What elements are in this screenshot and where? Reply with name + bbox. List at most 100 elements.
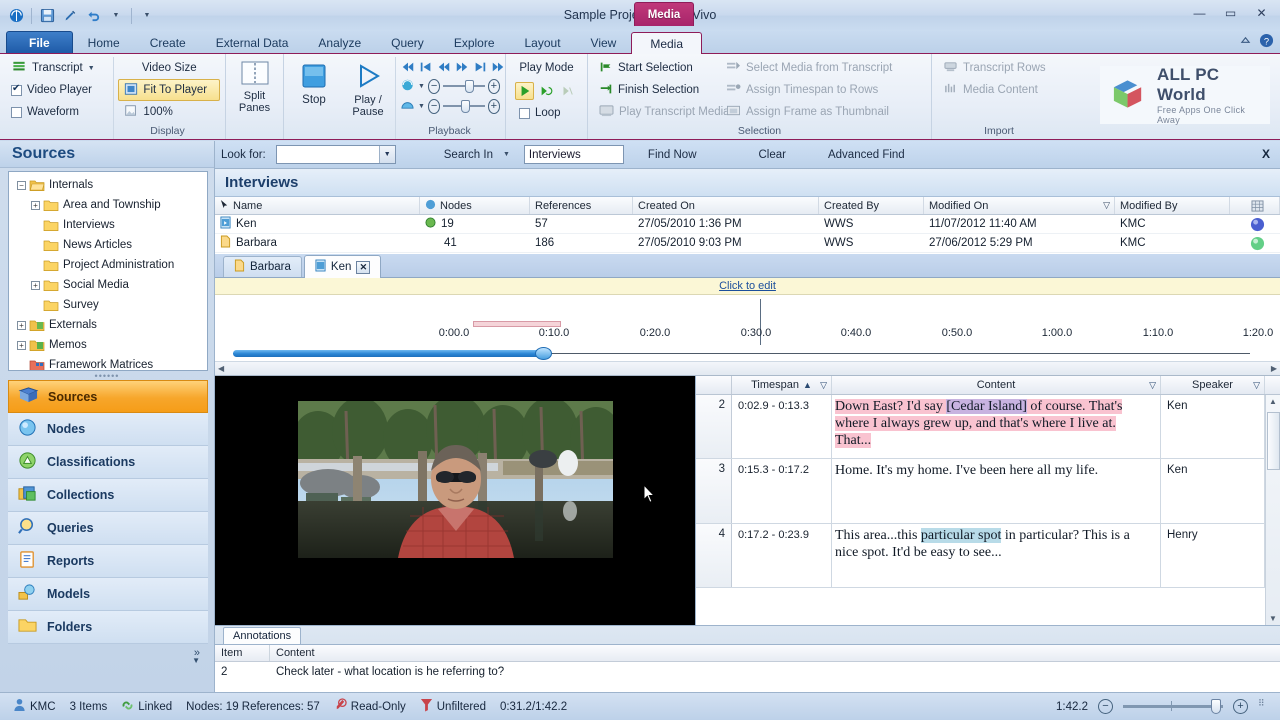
tree-item-internals[interactable]: − Internals: [9, 175, 207, 195]
expand-expander-icon[interactable]: +: [17, 340, 26, 350]
tab-query[interactable]: Query: [376, 31, 439, 53]
edit-icon[interactable]: [60, 6, 80, 26]
waveform-checkbox[interactable]: Waveform: [5, 101, 111, 123]
tab-view[interactable]: View: [576, 31, 632, 53]
speed-increase-button[interactable]: +: [487, 98, 500, 114]
speed-thumb[interactable]: [461, 100, 471, 113]
tab-layout[interactable]: Layout: [510, 31, 576, 53]
tree-item-survey[interactable]: Survey: [9, 295, 207, 315]
media-timeline[interactable]: 0:00.0 0:10.0 0:20.0 0:30.0 0:40.0 0:50.…: [215, 295, 1280, 376]
speed-track[interactable]: [443, 100, 485, 113]
column-header-created-on[interactable]: Created On: [633, 197, 819, 214]
column-header-created-by[interactable]: Created By: [819, 197, 924, 214]
tree-item-framework-matrices[interactable]: Framework Matrices: [9, 355, 207, 370]
sidebar-splitter-grip[interactable]: ••••••: [0, 371, 214, 381]
help-icon[interactable]: ?: [1259, 33, 1274, 51]
speed-slider[interactable]: ▼ − +: [400, 96, 500, 116]
collapse-expander-icon[interactable]: −: [17, 180, 26, 190]
undo-dropdown-icon[interactable]: ▼: [106, 6, 126, 26]
timeline-horizontal-scrollbar[interactable]: ◀ ▶: [215, 361, 1280, 375]
clear-button[interactable]: Clear: [749, 149, 796, 161]
find-now-button[interactable]: Find Now: [638, 149, 707, 161]
minimize-button[interactable]: —: [1185, 3, 1214, 22]
column-header-item[interactable]: Item: [215, 645, 270, 661]
speed-dropdown-icon[interactable]: ▼: [418, 103, 425, 110]
doc-tab-barbara[interactable]: Barbara: [223, 256, 302, 277]
tab-create[interactable]: Create: [135, 31, 201, 53]
sidebar-item-nodes[interactable]: Nodes: [8, 413, 208, 446]
expand-expander-icon[interactable]: +: [31, 280, 40, 290]
sidebar-item-reports[interactable]: Reports: [8, 545, 208, 578]
tree-item-project-administration[interactable]: Project Administration: [9, 255, 207, 275]
zoom-out-button[interactable]: −: [1098, 699, 1113, 714]
close-findbar-button[interactable]: X: [1262, 147, 1270, 161]
tab-explore[interactable]: Explore: [439, 31, 510, 53]
column-header-speaker[interactable]: Speaker ▽: [1161, 376, 1265, 394]
media-content-button[interactable]: Media Content: [937, 79, 1061, 101]
video-player-checkbox[interactable]: Video Player: [5, 79, 111, 101]
table-row[interactable]: 2 0:02.9 - 0:13.3 Down East? I'd say [Ce…: [696, 395, 1265, 459]
filter-icon[interactable]: ▽: [820, 380, 827, 391]
stop-button[interactable]: Stop: [289, 59, 339, 107]
timeline-progress[interactable]: [233, 350, 545, 357]
volume-increase-button[interactable]: +: [487, 78, 500, 94]
volume-slider[interactable]: ▼ − +: [400, 76, 500, 96]
advanced-find-button[interactable]: Advanced Find: [818, 149, 915, 161]
sidebar-item-collections[interactable]: Collections: [8, 479, 208, 512]
chevron-down-icon[interactable]: ▼: [378, 146, 395, 163]
fit-to-player-button[interactable]: Fit To Player: [118, 79, 220, 101]
transcript-dropdown-button[interactable]: Transcript ▼: [5, 57, 111, 79]
cell-content[interactable]: Home. It's my home. I've been here all m…: [832, 459, 1161, 523]
column-header-content[interactable]: Content: [270, 645, 1280, 661]
zoom-100-button[interactable]: 100%: [118, 101, 220, 123]
collapse-ribbon-icon[interactable]: [1239, 35, 1252, 49]
sidebar-item-queries[interactable]: Queries: [8, 512, 208, 545]
volume-dropdown-icon[interactable]: ▼: [418, 83, 425, 90]
assign-timespan-to-rows-button[interactable]: Assign Timespan to Rows: [720, 79, 926, 101]
expand-expander-icon[interactable]: +: [17, 320, 26, 330]
scroll-up-icon[interactable]: ▲: [1269, 397, 1277, 406]
rewind-icon[interactable]: [436, 58, 452, 76]
assign-frame-as-thumbnail-button[interactable]: Assign Frame as Thumbnail: [720, 101, 926, 123]
timeline-axis[interactable]: [215, 347, 1280, 361]
table-row[interactable]: Ken 19 57 27/05/2010 1:36 PM WWS 11/07/2…: [215, 215, 1280, 234]
loop-checkbox[interactable]: Loop: [513, 102, 582, 124]
play-pause-button[interactable]: Play / Pause: [343, 59, 393, 119]
navigation-expand-more[interactable]: » ▼: [8, 644, 208, 670]
play-mode-normal-button[interactable]: [515, 82, 534, 100]
column-header-name[interactable]: Name: [215, 197, 420, 214]
volume-decrease-button[interactable]: −: [427, 78, 441, 94]
cell-content[interactable]: This area...this particular spot in part…: [832, 524, 1161, 587]
nvivo-icon[interactable]: [6, 6, 26, 26]
video-player-pane[interactable]: [215, 376, 696, 625]
zoom-slider[interactable]: [1123, 699, 1223, 714]
search-in-label[interactable]: Search In: [434, 149, 503, 161]
cell-content[interactable]: Down East? I'd say [Cedar Island] of cou…: [832, 395, 1161, 458]
select-media-from-transcript-button[interactable]: Select Media from Transcript: [720, 57, 926, 79]
tree-item-memos[interactable]: + Memos: [9, 335, 207, 355]
column-header-nodes[interactable]: Nodes: [420, 197, 530, 214]
tab-external-data[interactable]: External Data: [201, 31, 304, 53]
look-for-input[interactable]: ▼: [275, 145, 396, 164]
table-row[interactable]: 2 Check later - what location is he refe…: [215, 662, 1280, 681]
skip-to-end-icon[interactable]: [490, 58, 506, 76]
scrollbar-thumb[interactable]: [1266, 412, 1280, 470]
column-header-modified-by[interactable]: Modified By: [1115, 197, 1230, 214]
split-panes-button[interactable]: Split Panes: [231, 57, 278, 139]
tree-item-area-and-township[interactable]: + Area and Township: [9, 195, 207, 215]
resize-grip-icon[interactable]: ⠿: [1258, 698, 1270, 713]
tab-media[interactable]: Media: [631, 32, 703, 54]
play-mode-loop-button[interactable]: [536, 82, 555, 100]
transcript-rows-container[interactable]: 2 0:02.9 - 0:13.3 Down East? I'd say [Ce…: [696, 395, 1280, 625]
start-selection-button[interactable]: Start Selection: [593, 57, 718, 79]
tree-item-news-articles[interactable]: News Articles: [9, 235, 207, 255]
transcript-vertical-scrollbar[interactable]: ▲ ▼: [1265, 395, 1280, 625]
zoom-in-button[interactable]: +: [1233, 699, 1248, 714]
sources-tree[interactable]: − Internals + Area and Township Intervie…: [8, 171, 208, 371]
tree-item-social-media[interactable]: + Social Media: [9, 275, 207, 295]
speed-decrease-button[interactable]: −: [427, 98, 441, 114]
next-icon[interactable]: [472, 58, 488, 76]
scroll-down-icon[interactable]: ▼: [1269, 614, 1277, 623]
save-icon[interactable]: [37, 6, 57, 26]
previous-icon[interactable]: [418, 58, 434, 76]
